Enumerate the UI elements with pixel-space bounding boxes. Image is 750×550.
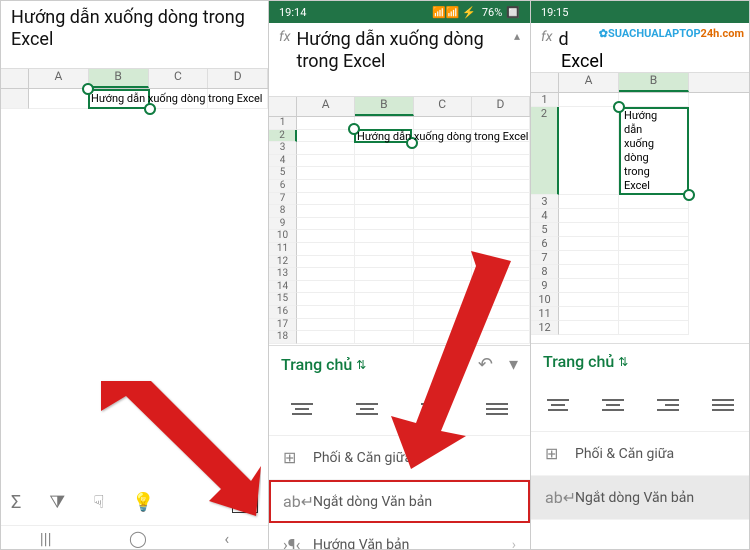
align-right-button[interactable]	[648, 391, 688, 419]
status-time: 19:15	[541, 6, 568, 19]
tab-home[interactable]: Trang chủ	[543, 352, 614, 371]
column-headers: A B	[531, 73, 750, 93]
merge-icon: ⊞	[545, 444, 565, 463]
merge-center-label: Phối & Căn giữa	[575, 446, 674, 462]
ribbon-tab-selector[interactable]: Trang chủ ⇅ 💡 ↶ ▾	[269, 345, 530, 383]
formula-text: Hướng dẫn xuống dòng trong Excel	[296, 29, 514, 73]
col-C[interactable]: C	[414, 97, 472, 116]
wrap-text-button[interactable]: ab↵ Ngắt dòng Văn bản	[531, 476, 750, 520]
collapse-icon[interactable]: ▴	[514, 29, 520, 43]
col-B[interactable]: B	[89, 69, 149, 88]
merge-center-label: Phối & Căn giữa	[313, 450, 412, 466]
align-left-button[interactable]	[282, 395, 322, 423]
col-A[interactable]: A	[29, 69, 89, 88]
cell-B2-text: Hướng dẫn xuống dòng trong Excel	[91, 92, 262, 105]
wrap-text-button[interactable]: ab↵ Ngắt dòng Văn bản	[269, 480, 530, 523]
panel-2: 19:14 📶📶 ⚡ 76% 🔲 fx Hướng dẫn xuống dòng…	[269, 1, 531, 550]
wrap-text-label: Ngắt dòng Văn bản	[313, 494, 432, 510]
col-A[interactable]: A	[559, 73, 619, 92]
align-center-button[interactable]	[347, 395, 387, 423]
merge-icon: ⊞	[283, 448, 303, 467]
ribbon-tab-selector[interactable]: Trang chủ ⇅	[531, 343, 750, 379]
fx-icon[interactable]: fx	[279, 29, 290, 45]
autosum-icon[interactable]: Σ	[11, 492, 21, 513]
spreadsheet-grid[interactable]: A B C D Hướng dẫn xuống dòng trong Excel	[1, 69, 268, 449]
merge-center-button[interactable]: ⊞ Phối & Căn giữa	[269, 436, 530, 480]
col-D[interactable]: D	[208, 69, 268, 88]
chevron-down-icon: ⇅	[356, 358, 366, 372]
col-C[interactable]: C	[149, 69, 209, 88]
col-B[interactable]: B	[619, 73, 689, 92]
status-time: 19:14	[279, 6, 306, 19]
fx-icon[interactable]: fx	[541, 29, 552, 45]
lightbulb-icon[interactable]: 💡	[132, 492, 154, 513]
text-direction-button[interactable]: ›¶‹ Hướng Văn bản ›	[269, 523, 530, 550]
column-headers: A B C D	[1, 69, 268, 89]
col-B[interactable]: B	[355, 97, 413, 116]
align-center-button[interactable]	[593, 391, 633, 419]
status-bar: 19:14 📶📶 ⚡ 76% 🔲	[269, 1, 530, 23]
col-A[interactable]: A	[297, 97, 355, 116]
formula-bar[interactable]: fx Hướng dẫn xuống dòng trong Excel ▴	[269, 23, 530, 97]
col-D[interactable]: D	[472, 97, 530, 116]
align-justify-button[interactable]	[477, 395, 517, 423]
column-headers: A B C D	[269, 97, 530, 117]
touch-icon[interactable]: ☟	[93, 492, 104, 513]
panel-3: 19:15 ✿SUACHUALAPTOP24h.com fx d Excel A…	[531, 1, 750, 550]
chevron-down-icon: ⇅	[618, 355, 628, 369]
spreadsheet-grid[interactable]: A B 123456789101112 Hướng dẫn xuống dòng…	[531, 73, 750, 343]
panel-1: Hướng dẫn xuống dòng trong Excel A B C D…	[1, 1, 269, 550]
undo-icon[interactable]: ↶	[478, 354, 493, 375]
text-direction-icon: ›¶‹	[283, 535, 303, 550]
chevron-down-icon[interactable]: ▾	[509, 354, 518, 375]
align-right-button[interactable]	[412, 395, 452, 423]
wrap-text-icon: ab↵	[545, 488, 565, 507]
tutorial-composite: Hướng dẫn xuống dòng trong Excel A B C D…	[0, 0, 750, 550]
alignment-row	[269, 383, 530, 436]
lightbulb-icon[interactable]: 💡	[439, 354, 461, 375]
row-area: 123456789101112131415161718	[269, 117, 530, 344]
tab-home[interactable]: Trang chủ	[281, 355, 352, 374]
nav-back-icon[interactable]: ‹	[224, 529, 229, 548]
align-justify-button[interactable]	[703, 391, 743, 419]
text-direction-label: Hướng Văn bản	[313, 537, 409, 550]
filter-icon[interactable]: ⧩	[49, 492, 65, 513]
merge-center-button[interactable]: ⊞ Phối & Căn giữa	[531, 432, 750, 476]
caret-up-icon: ▴	[241, 493, 249, 512]
formula-text: Hướng dẫn xuống dòng trong Excel	[11, 7, 258, 51]
expand-ribbon-button[interactable]: ▴	[232, 491, 258, 513]
bottom-toolbar: Σ ⧩ ☟ 💡 ▴	[1, 483, 268, 521]
chevron-right-icon: ›	[512, 537, 516, 550]
wrap-text-icon: ab↵	[283, 492, 303, 511]
nav-recent-icon[interactable]: |||	[40, 529, 52, 548]
alignment-row	[531, 379, 750, 432]
watermark-logo: ✿SUACHUALAPTOP24h.com	[599, 27, 744, 40]
status-bar: 19:15	[531, 1, 750, 23]
status-battery: 76%	[482, 6, 502, 19]
spreadsheet-grid[interactable]: A B C D 123456789101112131415161718 Hướn…	[269, 97, 530, 345]
formula-bar[interactable]: Hướng dẫn xuống dòng trong Excel	[1, 1, 268, 69]
nav-home-icon[interactable]: ◯	[129, 529, 147, 548]
cell-B2-wrapped: Hướng dẫn xuống dòng trong Excel	[621, 107, 687, 195]
formula-text-partial: d	[558, 29, 568, 51]
align-left-button[interactable]	[538, 391, 578, 419]
android-navbar: ||| ◯ ‹	[1, 525, 268, 550]
wrap-text-label: Ngắt dòng Văn bản	[575, 490, 694, 506]
cell-B2-text: Hướng dẫn xuống dòng trong Excel	[357, 130, 528, 143]
